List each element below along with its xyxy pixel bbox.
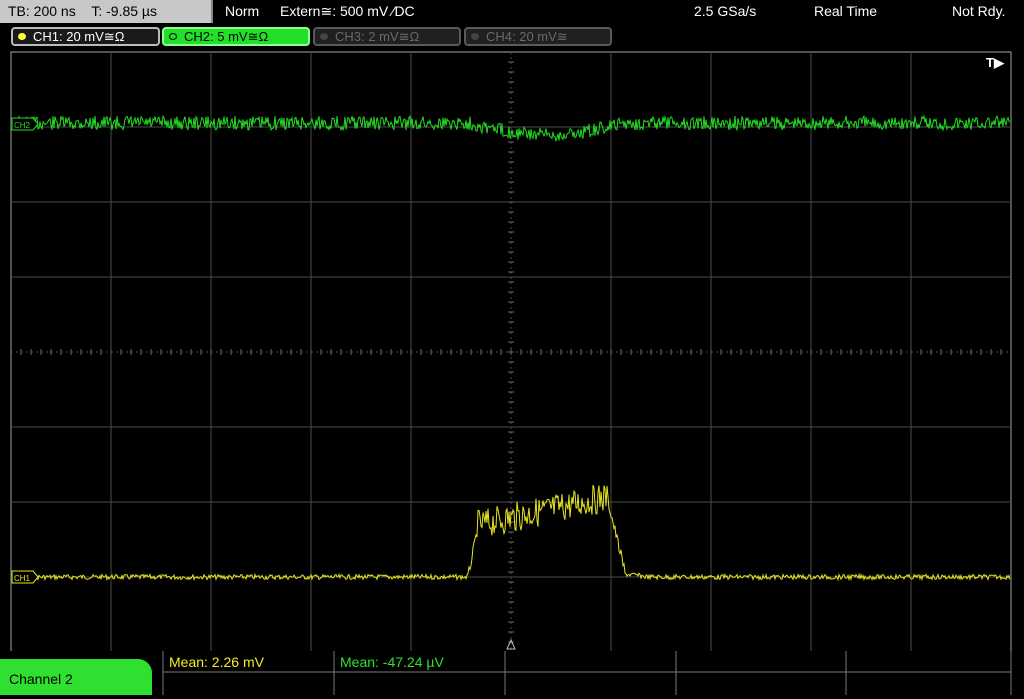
channel-2-button[interactable]: CH2: 5 mV≅Ω	[162, 27, 310, 46]
channel-2-mean-readout[interactable]: Mean: -47.24 µV	[340, 652, 444, 672]
channel-4-label: CH4: 20 mV≅	[486, 29, 568, 44]
trigger-position-marker[interactable]: T▶	[986, 55, 1005, 70]
channel-3-button[interactable]: CH3: 2 mV≅Ω	[313, 27, 461, 46]
channel-2-indicator-icon	[169, 33, 177, 40]
trigger-source-label[interactable]: Extern≅: 500 mV ⁄DC	[280, 0, 415, 23]
trigger-status-label: Not Rdy.	[952, 3, 1006, 19]
svg-text:CH2: CH2	[14, 121, 31, 130]
trigger-mode-label[interactable]: Norm	[225, 0, 259, 23]
svg-text:CH1: CH1	[14, 574, 31, 583]
channel-1-label: CH1: 20 mV≅Ω	[33, 29, 125, 44]
channel-bar: CH1: 20 mV≅Ω CH2: 5 mV≅Ω CH3: 2 mV≅Ω CH4…	[0, 26, 1024, 48]
acquisition-mode-label[interactable]: Real Time	[814, 0, 877, 23]
channel-2-offset-marker[interactable]: CH2	[11, 117, 39, 131]
channel-1-button[interactable]: CH1: 20 mV≅Ω	[11, 27, 160, 46]
channel-1-indicator-icon	[18, 33, 26, 40]
channel-2-label: CH2: 5 mV≅Ω	[184, 29, 269, 44]
top-status-bar: TB: 200 ns T: -9.85 µs Norm Extern≅: 500…	[0, 0, 1024, 26]
channel-1-offset-marker[interactable]: CH1	[11, 570, 39, 584]
waveform-display[interactable]: CH2 CH1 T▶	[0, 48, 1024, 653]
channel-4-indicator-icon	[471, 33, 479, 40]
channel-3-indicator-icon	[320, 33, 328, 40]
measurement-bar: Channel 2 Mean: 2.26 mV Mean: -47.24 µV	[0, 651, 1024, 695]
sample-rate-label[interactable]: 2.5 GSa/s	[694, 0, 756, 23]
timebase-label: TB: 200 ns	[8, 3, 76, 19]
channel-4-button[interactable]: CH4: 20 mV≅	[464, 27, 612, 46]
trigger-time-label: T: -9.85 µs	[91, 3, 157, 19]
measurement-table-lines	[162, 651, 1012, 695]
channel-3-label: CH3: 2 mV≅Ω	[335, 29, 420, 44]
channel-1-mean-readout[interactable]: Mean: 2.26 mV	[169, 652, 264, 672]
timebase-box[interactable]: TB: 200 ns T: -9.85 µs	[0, 0, 213, 23]
